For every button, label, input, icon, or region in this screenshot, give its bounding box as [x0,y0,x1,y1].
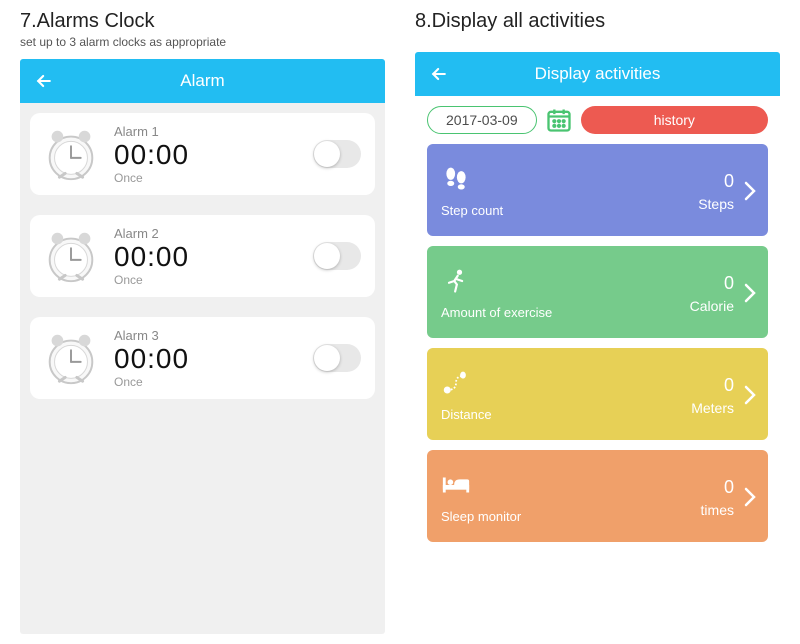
alarm-toggle[interactable] [313,140,361,168]
activity-label: Amount of exercise [441,305,552,320]
chevron-right-icon [742,281,758,305]
back-arrow-icon[interactable] [34,71,54,91]
calendar-icon[interactable] [545,106,573,134]
activity-left: Step count [441,165,503,218]
section-subtitle: set up to 3 alarm clocks as appropriate [20,35,385,49]
alarm-clock-icon [40,123,102,185]
activity-unit: times [701,502,734,518]
section-title: 8.Display all activities [415,10,780,33]
section-title: 7.Alarms Clock [20,10,385,33]
activity-unit: Meters [691,400,734,416]
activity-unit: Steps [698,196,734,212]
activity-right: 0 Steps [698,171,742,212]
activity-card-sleep[interactable]: Sleep monitor 0 times [427,450,768,542]
alarm-name: Alarm 3 [114,328,301,343]
activity-right: 0 Calorie [690,273,742,314]
alarm-titlebar: Alarm [20,59,385,103]
activities-titlebar: Display activities [415,52,780,96]
toggle-knob [314,243,340,269]
activities-title: Display activities [415,64,780,84]
chevron-right-icon [742,485,758,509]
activity-left: Amount of exercise [441,267,552,320]
date-row: 2017-03-09 history [415,96,780,144]
alarm-time: 00:00 [114,343,301,375]
alarm-toggle[interactable] [313,242,361,270]
activity-card-distance[interactable]: Distance 0 Meters [427,348,768,440]
alarm-info: Alarm 2 00:00 Once [114,226,301,287]
activity-left: Sleep monitor [441,471,521,524]
activities-section: 8.Display all activities Display activit… [415,10,780,634]
activity-value: 0 [724,273,734,294]
alarm-card[interactable]: Alarm 2 00:00 Once [30,215,375,297]
toggle-knob [314,141,340,167]
activity-right: 0 Meters [691,375,742,416]
back-arrow-icon[interactable] [429,64,449,84]
alarm-clock-icon [40,225,102,287]
activity-list: Step count 0 Steps Amount of exercise [415,144,780,542]
alarm-clock-icon [40,327,102,389]
alarm-title: Alarm [20,71,385,91]
activity-unit: Calorie [690,298,734,314]
running-icon [441,267,471,295]
date-pill[interactable]: 2017-03-09 [427,106,537,134]
alarm-name: Alarm 2 [114,226,301,241]
alarm-toggle[interactable] [313,344,361,372]
toggle-knob [314,345,340,371]
alarm-screen: Alarm Alarm 1 00:00 Once [20,59,385,634]
activity-value: 0 [724,375,734,396]
alarm-repeat: Once [114,273,301,287]
activity-right: 0 times [701,477,742,518]
alarm-info: Alarm 3 00:00 Once [114,328,301,389]
alarm-repeat: Once [114,375,301,389]
alarm-card[interactable]: Alarm 3 00:00 Once [30,317,375,399]
alarm-time: 00:00 [114,139,301,171]
activity-label: Sleep monitor [441,509,521,524]
route-icon [441,369,471,397]
activities-screen: Display activities 2017-03-09 history [415,52,780,634]
activity-label: Distance [441,407,492,422]
activity-card-exercise[interactable]: Amount of exercise 0 Calorie [427,246,768,338]
spacer [415,35,780,52]
history-button[interactable]: history [581,106,768,134]
bed-icon [441,471,471,499]
activity-value: 0 [724,171,734,192]
alarm-name: Alarm 1 [114,124,301,139]
alarm-time: 00:00 [114,241,301,273]
alarm-card[interactable]: Alarm 1 00:00 Once [30,113,375,195]
activity-label: Step count [441,203,503,218]
chevron-right-icon [742,383,758,407]
activity-left: Distance [441,369,492,422]
alarm-section: 7.Alarms Clock set up to 3 alarm clocks … [20,10,385,634]
activity-card-steps[interactable]: Step count 0 Steps [427,144,768,236]
chevron-right-icon [742,179,758,203]
alarm-repeat: Once [114,171,301,185]
alarm-list: Alarm 1 00:00 Once [20,103,385,409]
activity-value: 0 [724,477,734,498]
alarm-info: Alarm 1 00:00 Once [114,124,301,185]
footprints-icon [441,165,471,193]
